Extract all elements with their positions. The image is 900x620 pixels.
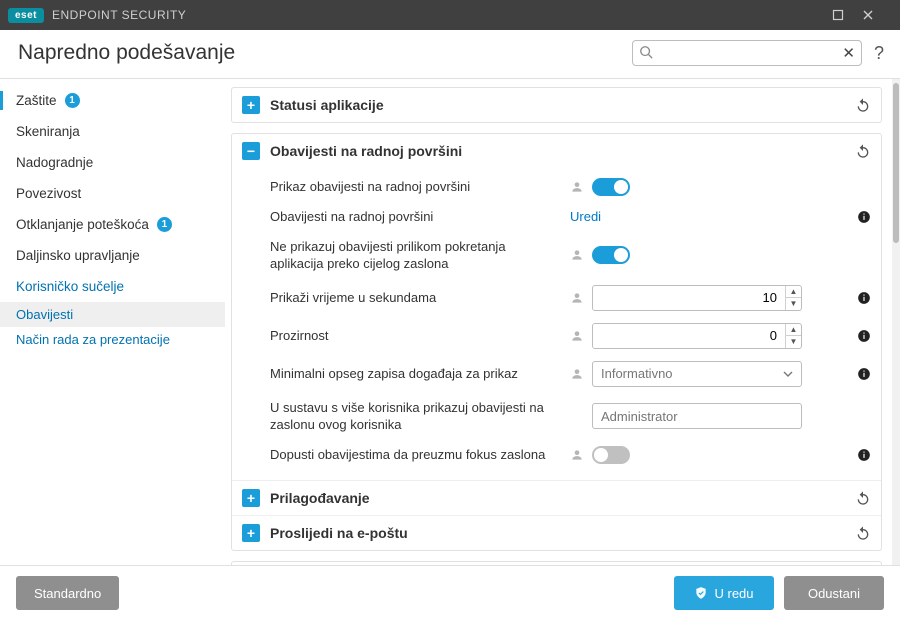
- sidebar-item-label: Skeniranja: [16, 124, 80, 139]
- info-icon[interactable]: [857, 291, 871, 305]
- row-transparency: Prozirnost ▲ ▼: [270, 317, 871, 355]
- main: + Statusi aplikacije − Obavijesti na rad…: [225, 79, 900, 565]
- sidebar-item-label: Otklanjanje poteškoća: [16, 217, 149, 232]
- row-label: Minimalni opseg zapisa događaja za prika…: [270, 365, 560, 383]
- row-fullscreen-suppress: Ne prikazuj obavijesti prilikom pokretan…: [270, 232, 871, 279]
- expand-icon[interactable]: +: [242, 96, 260, 114]
- row-label: Obavijesti na radnoj površini: [270, 208, 560, 226]
- sidebar-item-ui[interactable]: Korisničko sučelje: [0, 271, 225, 302]
- chevron-down-icon: [783, 369, 793, 379]
- sidebar-sub-presentation[interactable]: Način rada za prezentacije: [0, 327, 225, 352]
- info-icon[interactable]: [857, 329, 871, 343]
- sidebar-item-troubleshoot[interactable]: Otklanjanje poteškoća 1: [0, 209, 225, 240]
- panel-statuses: + Statusi aplikacije: [231, 87, 882, 123]
- scrollbar[interactable]: [892, 79, 900, 565]
- help-icon[interactable]: ?: [874, 43, 884, 64]
- expand-icon[interactable]: +: [242, 489, 260, 507]
- shield-check-icon: [694, 586, 708, 600]
- panel-desktop-notifications: − Obavijesti na radnoj površini Prikaz o…: [231, 133, 882, 551]
- sidebar-item-protection[interactable]: Zaštite 1: [0, 85, 225, 116]
- titlebar: eset ENDPOINT SECURITY: [0, 0, 900, 30]
- badge-icon: 1: [65, 93, 80, 108]
- window-maximize-icon[interactable]: [832, 9, 862, 21]
- seconds-input[interactable]: [593, 286, 785, 310]
- spin-up-icon[interactable]: ▲: [786, 286, 801, 299]
- revert-icon[interactable]: [855, 143, 871, 159]
- sidebar-item-label: Daljinsko upravljanje: [16, 248, 140, 263]
- page-title: Napredno podešavanje: [18, 41, 235, 65]
- toggle-fullscreen-suppress[interactable]: [592, 246, 630, 264]
- search-wrap: ✕: [632, 40, 862, 66]
- revert-icon[interactable]: [855, 525, 871, 541]
- collapse-icon[interactable]: −: [242, 142, 260, 160]
- row-label: Prikaži vrijeme u sekundama: [270, 289, 560, 307]
- sidebar-item-updates[interactable]: Nadogradnje: [0, 147, 225, 178]
- multiuser-input[interactable]: [592, 403, 802, 429]
- seconds-stepper[interactable]: ▲ ▼: [592, 285, 802, 311]
- window-close-icon[interactable]: [862, 9, 892, 21]
- search-input[interactable]: [632, 40, 862, 66]
- badge-icon: 1: [157, 217, 172, 232]
- sidebar-item-label: Povezivost: [16, 186, 81, 201]
- user-scope-icon: [570, 291, 584, 305]
- subpanel-title: Prilagođavanje: [270, 490, 845, 506]
- default-button[interactable]: Standardno: [16, 576, 119, 610]
- row-label: Prozirnost: [270, 327, 560, 345]
- edit-link[interactable]: Uredi: [570, 209, 601, 224]
- row-desktop-notifications-edit: Obavijesti na radnoj površini Uredi: [270, 202, 871, 232]
- row-label: Dopusti obavijestima da preuzmu fokus za…: [270, 446, 560, 464]
- revert-icon[interactable]: [855, 490, 871, 506]
- row-focus: Dopusti obavijestima da preuzmu fokus za…: [270, 440, 871, 470]
- sidebar-item-remote[interactable]: Daljinsko upravljanje: [0, 240, 225, 271]
- sidebar: Zaštite 1 Skeniranja Nadogradnje Poveziv…: [0, 79, 225, 565]
- sidebar-item-scans[interactable]: Skeniranja: [0, 116, 225, 147]
- ok-button[interactable]: U redu: [674, 576, 774, 610]
- subpanel-email-forward: + Proslijedi na e-poštu: [232, 515, 881, 550]
- row-min-verbosity: Minimalni opseg zapisa događaja za prika…: [270, 355, 871, 393]
- row-seconds: Prikaži vrijeme u sekundama ▲ ▼: [270, 279, 871, 317]
- brand-badge: eset: [8, 8, 44, 23]
- row-label: U sustavu s više korisnika prikazuj obav…: [270, 399, 560, 434]
- sidebar-item-label: Korisničko sučelje: [16, 279, 124, 294]
- select-value: Informativno: [601, 366, 673, 381]
- ok-button-label: U redu: [714, 586, 753, 601]
- spin-down-icon[interactable]: ▼: [786, 336, 801, 348]
- revert-icon[interactable]: [855, 97, 871, 113]
- info-icon[interactable]: [857, 367, 871, 381]
- footer: Standardno U redu Odustani: [0, 565, 900, 620]
- sidebar-item-label: Zaštite: [16, 93, 57, 108]
- row-multiuser: U sustavu s više korisnika prikazuj obav…: [270, 393, 871, 440]
- spin-up-icon[interactable]: ▲: [786, 324, 801, 337]
- subpanel-customization: + Prilagođavanje: [232, 480, 881, 515]
- panel-title: Obavijesti na radnoj površini: [270, 143, 845, 159]
- row-label: Ne prikazuj obavijesti prilikom pokretan…: [270, 238, 560, 273]
- row-show-desktop-notifications: Prikaz obavijesti na radnoj površini: [270, 172, 871, 202]
- sidebar-sub-notifications[interactable]: Obavijesti: [0, 302, 225, 327]
- user-scope-icon: [570, 180, 584, 194]
- clear-search-icon[interactable]: ✕: [842, 44, 855, 62]
- cancel-button[interactable]: Odustani: [784, 576, 884, 610]
- verbosity-select[interactable]: Informativno: [592, 361, 802, 387]
- sidebar-item-connectivity[interactable]: Povezivost: [0, 178, 225, 209]
- toggle-show-notifications[interactable]: [592, 178, 630, 196]
- user-scope-icon: [570, 248, 584, 262]
- toggle-focus[interactable]: [592, 446, 630, 464]
- expand-icon[interactable]: +: [242, 524, 260, 542]
- info-icon[interactable]: [857, 448, 871, 462]
- user-scope-icon: [570, 329, 584, 343]
- info-icon[interactable]: [857, 210, 871, 224]
- header: Napredno podešavanje ✕ ?: [0, 30, 900, 79]
- spin-down-icon[interactable]: ▼: [786, 298, 801, 310]
- product-name: ENDPOINT SECURITY: [52, 8, 186, 22]
- user-scope-icon: [570, 448, 584, 462]
- transparency-stepper[interactable]: ▲ ▼: [592, 323, 802, 349]
- user-scope-icon: [570, 367, 584, 381]
- row-label: Prikaz obavijesti na radnoj površini: [270, 178, 560, 196]
- scrollbar-thumb[interactable]: [893, 83, 899, 243]
- transparency-input[interactable]: [593, 324, 785, 348]
- sidebar-item-label: Nadogradnje: [16, 155, 93, 170]
- panel-title: Statusi aplikacije: [270, 97, 845, 113]
- subpanel-title: Proslijedi na e-poštu: [270, 525, 845, 541]
